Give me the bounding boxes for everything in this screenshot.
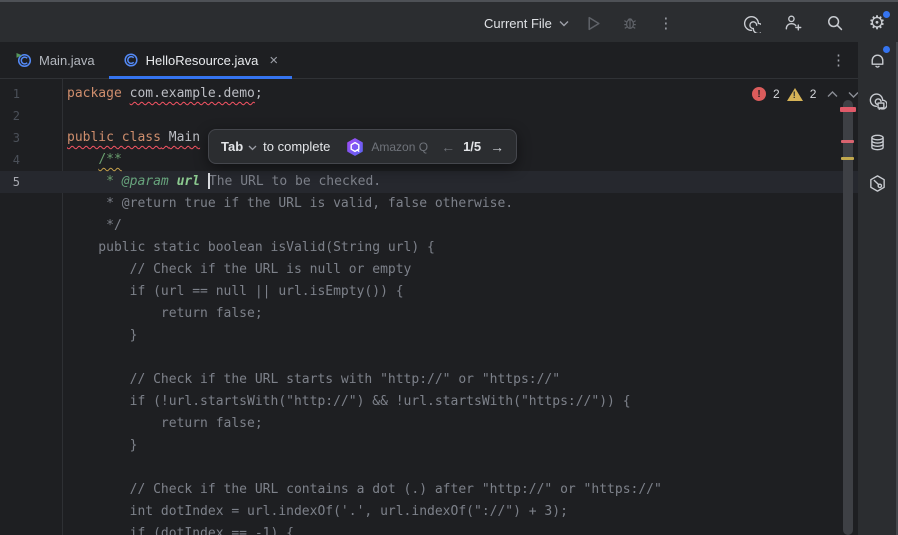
line-number[interactable] bbox=[0, 237, 20, 259]
code-line[interactable]: public static boolean isValid(String url… bbox=[0, 237, 858, 259]
line-number[interactable] bbox=[0, 457, 20, 479]
code-line[interactable]: } bbox=[0, 435, 858, 457]
run-button[interactable] bbox=[583, 12, 605, 34]
line-number[interactable] bbox=[0, 479, 20, 501]
right-toolwindow-bar bbox=[858, 42, 898, 535]
hexagon-package-icon bbox=[868, 174, 887, 193]
code-line[interactable]: if (url == null || url.isEmpty()) { bbox=[0, 281, 858, 303]
inspections-widget[interactable]: ! 2 2 bbox=[752, 84, 858, 104]
tab-main-java[interactable]: Main.java bbox=[2, 42, 109, 78]
database-toolwindow-button[interactable] bbox=[865, 130, 889, 154]
java-class-run-icon bbox=[16, 52, 32, 68]
chevron-down-icon[interactable] bbox=[248, 145, 257, 151]
code-line[interactable]: // Check if the URL is null or empty bbox=[0, 259, 858, 281]
text-caret bbox=[208, 173, 210, 189]
notifications-dot bbox=[883, 46, 890, 53]
search-icon bbox=[826, 14, 844, 32]
more-actions-button[interactable]: ⋮ bbox=[655, 12, 677, 34]
code-line[interactable]: // Check if the URL contains a dot (.) a… bbox=[0, 479, 858, 501]
previous-suggestion-arrow[interactable]: ← bbox=[441, 139, 455, 155]
line-number[interactable] bbox=[0, 259, 20, 281]
code-line[interactable] bbox=[0, 347, 858, 369]
ai-chat-icon bbox=[867, 91, 887, 111]
code-line[interactable]: 1package com.example.demo; bbox=[0, 83, 858, 105]
line-number[interactable] bbox=[0, 325, 20, 347]
run-configuration-selector[interactable]: Current File bbox=[484, 16, 569, 31]
kebab-icon: ⋮ bbox=[658, 14, 673, 32]
suggestion-counter: 1/5 bbox=[463, 139, 481, 154]
line-number[interactable]: 2 bbox=[0, 105, 20, 127]
line-number[interactable] bbox=[0, 413, 20, 435]
provider-label: Amazon Q bbox=[371, 140, 428, 154]
chevron-down-icon bbox=[559, 20, 569, 27]
error-icon: ! bbox=[752, 87, 766, 101]
code-line[interactable]: */ bbox=[0, 215, 858, 237]
code-line[interactable]: return false; bbox=[0, 413, 858, 435]
line-number[interactable]: 3 bbox=[0, 127, 20, 149]
error-stripe-mark[interactable] bbox=[840, 107, 856, 112]
settings-button[interactable]: ⚙ bbox=[866, 12, 888, 34]
line-number[interactable] bbox=[0, 435, 20, 457]
line-number[interactable] bbox=[0, 281, 20, 303]
amazon-q-icon bbox=[346, 138, 364, 156]
code-line[interactable]: int dotIndex = url.indexOf('.', url.inde… bbox=[0, 501, 858, 523]
line-number[interactable] bbox=[0, 347, 20, 369]
line-number[interactable]: 5 bbox=[0, 171, 20, 193]
line-number[interactable] bbox=[0, 523, 20, 535]
code-line[interactable]: return false; bbox=[0, 303, 858, 325]
editor-tab-bar: Main.java HelloResource.java × ⋮ bbox=[0, 42, 858, 79]
add-user-icon bbox=[784, 14, 802, 32]
debug-button[interactable] bbox=[619, 12, 641, 34]
dependencies-toolwindow-button[interactable] bbox=[865, 171, 889, 195]
code-line[interactable]: if (dotIndex == -1) { bbox=[0, 523, 858, 535]
warning-icon bbox=[787, 88, 803, 101]
code-line[interactable]: 5 * @param url The URL to be checked. bbox=[0, 171, 858, 193]
tab-list-menu-button[interactable]: ⋮ bbox=[831, 42, 846, 78]
line-number[interactable] bbox=[0, 193, 20, 215]
tab-label: Main.java bbox=[39, 53, 95, 68]
kebab-icon: ⋮ bbox=[831, 51, 846, 69]
code-line[interactable]: * @return true if the URL is valid, fals… bbox=[0, 193, 858, 215]
code-line[interactable]: } bbox=[0, 325, 858, 347]
code-line[interactable]: 2 bbox=[0, 105, 858, 127]
next-problem-button[interactable] bbox=[848, 91, 858, 98]
code-line[interactable]: if (!url.startsWith("http://") && !url.s… bbox=[0, 391, 858, 413]
ai-assistant-button[interactable] bbox=[740, 12, 762, 34]
notifications-button[interactable] bbox=[865, 48, 889, 72]
line-number[interactable] bbox=[0, 215, 20, 237]
to-complete-label: to complete bbox=[263, 139, 330, 154]
run-configuration-label: Current File bbox=[484, 16, 552, 31]
error-stripe-mark[interactable] bbox=[841, 140, 854, 143]
editor-scrollbar[interactable] bbox=[843, 100, 853, 535]
java-class-icon bbox=[123, 52, 139, 68]
close-tab-icon[interactable]: × bbox=[269, 53, 278, 68]
code-line[interactable]: // Check if the URL starts with "http://… bbox=[0, 369, 858, 391]
previous-problem-button[interactable] bbox=[827, 91, 838, 98]
error-count: 2 bbox=[773, 87, 780, 101]
line-number[interactable] bbox=[0, 501, 20, 523]
line-number[interactable] bbox=[0, 369, 20, 391]
warning-count: 2 bbox=[810, 87, 817, 101]
main-toolbar: Current File ⋮ bbox=[0, 0, 898, 42]
tab-key-label[interactable]: Tab bbox=[221, 139, 243, 154]
settings-notification-dot bbox=[883, 11, 890, 18]
next-suggestion-arrow[interactable]: → bbox=[490, 139, 504, 155]
warning-stripe-mark[interactable] bbox=[841, 157, 854, 160]
line-number[interactable] bbox=[0, 391, 20, 413]
ai-chat-toolwindow-button[interactable] bbox=[865, 89, 889, 113]
bell-icon bbox=[868, 51, 887, 70]
database-icon bbox=[868, 133, 887, 152]
line-number[interactable] bbox=[0, 303, 20, 325]
line-number[interactable]: 4 bbox=[0, 149, 20, 171]
code-line[interactable] bbox=[0, 457, 858, 479]
ai-spiral-icon bbox=[742, 14, 761, 33]
inline-completion-hint-popup: Tab to complete Amazon Q ← 1/5 → bbox=[208, 129, 517, 164]
line-number[interactable]: 1 bbox=[0, 83, 20, 105]
tab-helloresource-java[interactable]: HelloResource.java × bbox=[109, 42, 293, 78]
tab-label: HelloResource.java bbox=[146, 53, 259, 68]
ide-window: Current File ⋮ bbox=[0, 0, 898, 535]
code-with-me-button[interactable] bbox=[782, 12, 804, 34]
code-editor[interactable]: 1package com.example.demo;23public class… bbox=[0, 79, 858, 535]
search-everywhere-button[interactable] bbox=[824, 12, 846, 34]
